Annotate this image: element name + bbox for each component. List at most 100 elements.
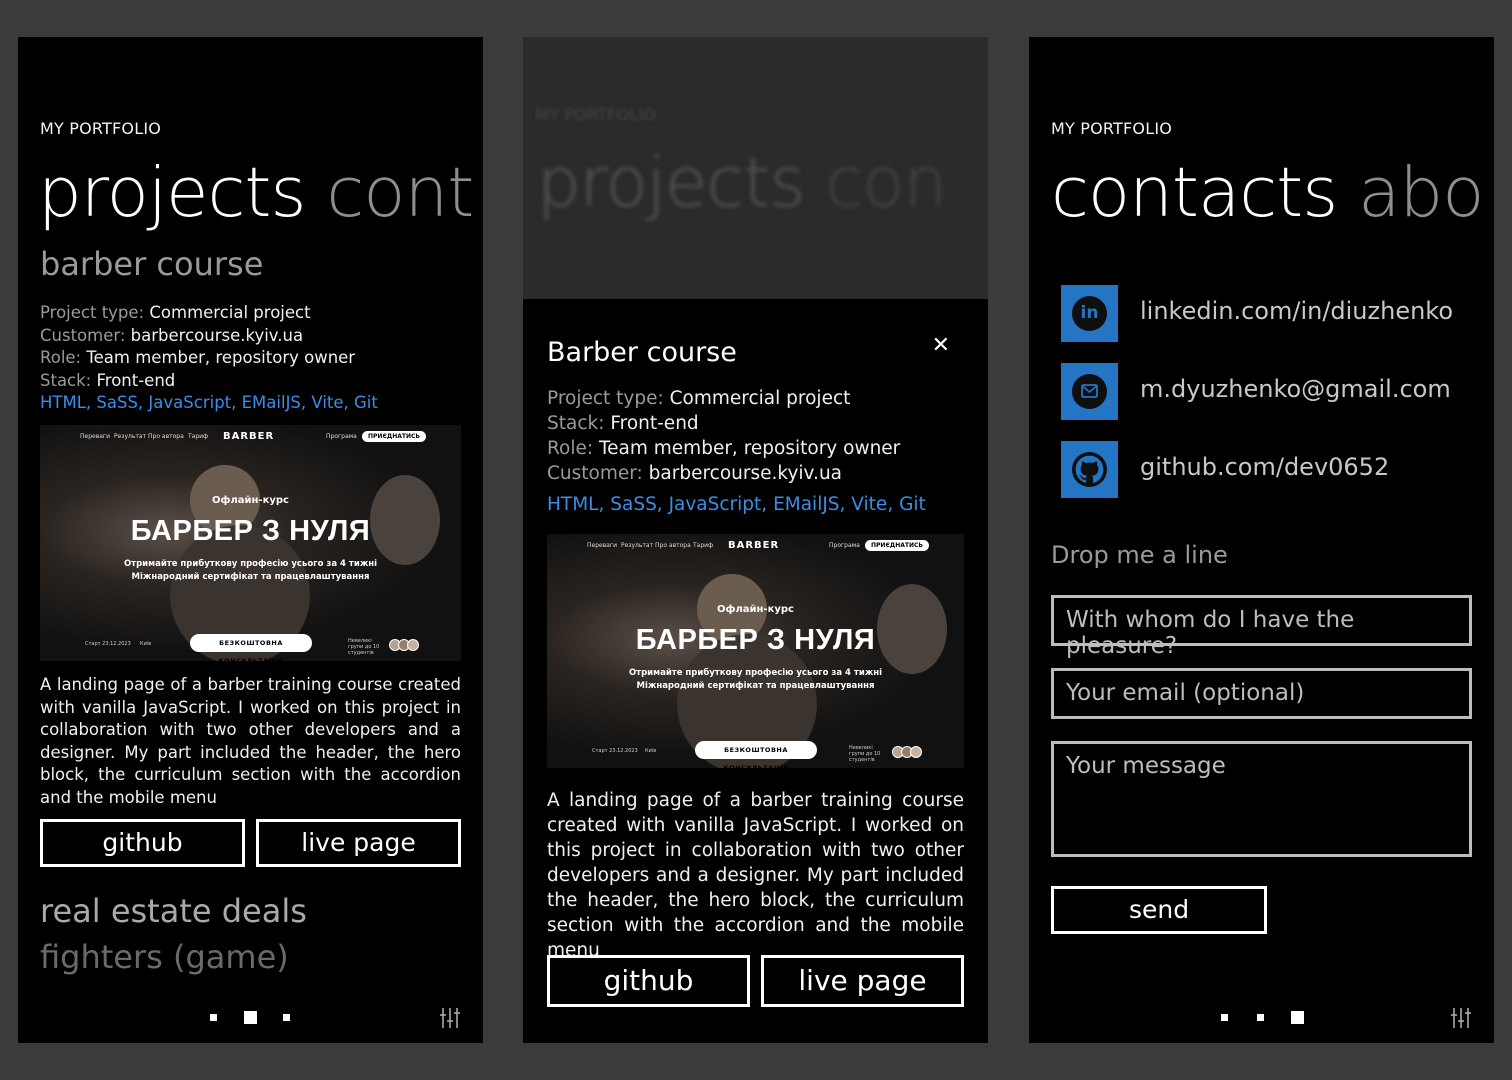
customer-value: barbercourse.kyiv.ua xyxy=(130,325,304,345)
contact-linkedin[interactable]: in linkedin.com/in/diuzhenko xyxy=(1061,285,1481,342)
nav-link: Результат xyxy=(114,433,147,440)
settings-sliders-icon[interactable] xyxy=(439,1007,461,1029)
groups-text: Невеликі групи до 10 студентів xyxy=(849,745,881,763)
type-value: Commercial project xyxy=(149,303,311,322)
pivot-item-projects: projects xyxy=(537,143,805,223)
type-label: Project type: xyxy=(547,388,664,409)
live-page-button[interactable]: live page xyxy=(256,819,461,867)
barber-logo: BARBER xyxy=(223,431,275,442)
project-title[interactable]: barber course xyxy=(40,245,263,283)
nav-link: Про автора xyxy=(655,542,691,549)
join-button: ПРИЄДНАТИСЬ xyxy=(362,431,426,442)
nav-link: Програма xyxy=(326,433,357,440)
hero-overline: Офлайн-курс xyxy=(212,495,289,506)
modal-title: Barber course xyxy=(547,337,737,368)
message-textarea[interactable]: Your message xyxy=(1051,741,1472,857)
type-label: Project type: xyxy=(40,303,145,322)
role-label: Role: xyxy=(547,438,594,459)
page-dot[interactable] xyxy=(1257,1014,1264,1021)
customer-label: Customer: xyxy=(547,463,643,484)
barber-logo: BARBER xyxy=(728,540,780,551)
app-title: MY PORTFOLIO xyxy=(535,105,657,124)
tech-tags: HTML, SaSS, JavaScript, EMailJS, Vite, G… xyxy=(547,494,926,515)
nav-link: Результат xyxy=(621,542,654,549)
hero-title: БАРБЕР З НУЛЯ xyxy=(635,624,876,656)
contact-email[interactable]: m.dyuzhenko@gmail.com xyxy=(1061,363,1481,420)
pivot-header: contacts abo xyxy=(1051,153,1484,233)
pivot-header: projects cont xyxy=(38,153,474,233)
project-item-real-estate[interactable]: real estate deals xyxy=(40,892,307,930)
pivot-item-contacts[interactable]: contacts xyxy=(1051,153,1338,233)
dimmed-backdrop[interactable]: MY PORTFOLIO projects con xyxy=(523,37,988,299)
contact-label: m.dyuzhenko@gmail.com xyxy=(1140,375,1451,403)
hero-sub-1: Отримайте прибуткову професію усього за … xyxy=(123,559,378,569)
groups-text: Невеликі групи до 10 студентів xyxy=(348,638,380,656)
page-indicator xyxy=(1219,1010,1309,1024)
pivot-item-contacts[interactable]: cont xyxy=(326,153,474,233)
contact-label: github.com/dev0652 xyxy=(1140,453,1390,481)
nav-link: Тариф xyxy=(693,542,714,549)
consult-button: БЕЗКОШТОВНА КОНСУЛЬТАЦІЯ xyxy=(695,741,817,768)
email-icon xyxy=(1061,363,1118,420)
page-dot-active[interactable] xyxy=(1291,1011,1304,1024)
settings-sliders-icon[interactable] xyxy=(1450,1007,1472,1029)
page-dot[interactable] xyxy=(210,1014,217,1021)
role-value: Team member, repository owner xyxy=(599,438,901,459)
contact-label: linkedin.com/in/diuzhenko xyxy=(1140,297,1454,325)
app-title: MY PORTFOLIO xyxy=(1051,119,1173,138)
modal-info: Project type: Commercial project Stack: … xyxy=(547,386,967,517)
avatars xyxy=(389,636,419,651)
nav-link: Програма xyxy=(829,542,860,549)
join-button: ПРИЄДНАТИСЬ xyxy=(865,540,929,551)
avatars xyxy=(892,743,922,758)
project-screenshot: Переваги Результат Про автора Тариф Прог… xyxy=(40,425,461,661)
name-input[interactable]: With whom do I have the pleasure? xyxy=(1051,595,1472,659)
start-date: Старт 23.12.2023 xyxy=(85,641,131,647)
project-description: A landing page of a barber training cour… xyxy=(40,675,461,807)
customer-label: Customer: xyxy=(40,325,126,345)
send-button[interactable]: send xyxy=(1051,886,1267,934)
hero-sub-2: Міжнародний сертифікат та працевлаштуван… xyxy=(636,681,875,691)
pivot-item-about[interactable]: abo xyxy=(1358,153,1484,233)
city: Київ xyxy=(645,748,657,754)
project-screenshot: Переваги Результат Про автора Тариф Прог… xyxy=(547,534,964,768)
hero-title: БАРБЕР З НУЛЯ xyxy=(130,515,371,547)
nav-link: Переваги xyxy=(587,542,617,549)
project-item-fighters[interactable]: fighters (game) xyxy=(40,938,289,976)
start-date: Старт 23.12.2023 xyxy=(592,748,638,754)
contacts-screen: MY PORTFOLIO contacts abo in linkedin.co… xyxy=(1029,37,1494,1043)
pivot-item-contacts: con xyxy=(825,143,947,223)
linkedin-icon: in xyxy=(1061,285,1118,342)
stack-label: Stack: xyxy=(40,370,92,390)
project-description: A landing page of a barber training cour… xyxy=(547,790,964,961)
contact-github[interactable]: github.com/dev0652 xyxy=(1061,441,1481,498)
project-info: Project type: Commercial project Custome… xyxy=(40,302,470,415)
pivot-item-projects[interactable]: projects xyxy=(38,153,306,233)
tech-tags: HTML, SaSS, JavaScript, EMailJS, Vite, G… xyxy=(40,393,378,413)
github-icon xyxy=(1061,441,1118,498)
github-button[interactable]: github xyxy=(40,819,245,867)
customer-value: barbercourse.kyiv.ua xyxy=(648,463,843,484)
type-value: Commercial project xyxy=(669,388,851,409)
pivot-header: projects con xyxy=(537,143,947,223)
page-dot[interactable] xyxy=(1221,1014,1228,1021)
project-modal-screen: MY PORTFOLIO projects con Barber course … xyxy=(523,37,988,1043)
stack-value: Front-end xyxy=(96,370,176,390)
nav-link: Переваги xyxy=(80,433,110,440)
projects-screen: MY PORTFOLIO projects cont barber course… xyxy=(18,37,483,1043)
hero-sub-2: Міжнародний сертифікат та працевлаштуван… xyxy=(131,572,370,582)
stack-label: Stack: xyxy=(547,413,605,434)
close-icon[interactable]: ✕ xyxy=(932,333,950,358)
nav-link: Про автора xyxy=(148,433,184,440)
form-heading: Drop me a line xyxy=(1051,541,1228,569)
page-indicator xyxy=(208,1010,298,1024)
stack-value: Front-end xyxy=(610,413,699,434)
role-label: Role: xyxy=(40,348,82,368)
github-button[interactable]: github xyxy=(547,955,750,1007)
live-page-button[interactable]: live page xyxy=(761,955,964,1007)
email-input[interactable]: Your email (optional) xyxy=(1051,668,1472,719)
hero-sub-1: Отримайте прибуткову професію усього за … xyxy=(628,668,883,678)
hero-overline: Офлайн-курс xyxy=(717,604,794,615)
page-dot-active[interactable] xyxy=(244,1011,257,1024)
page-dot[interactable] xyxy=(283,1014,290,1021)
